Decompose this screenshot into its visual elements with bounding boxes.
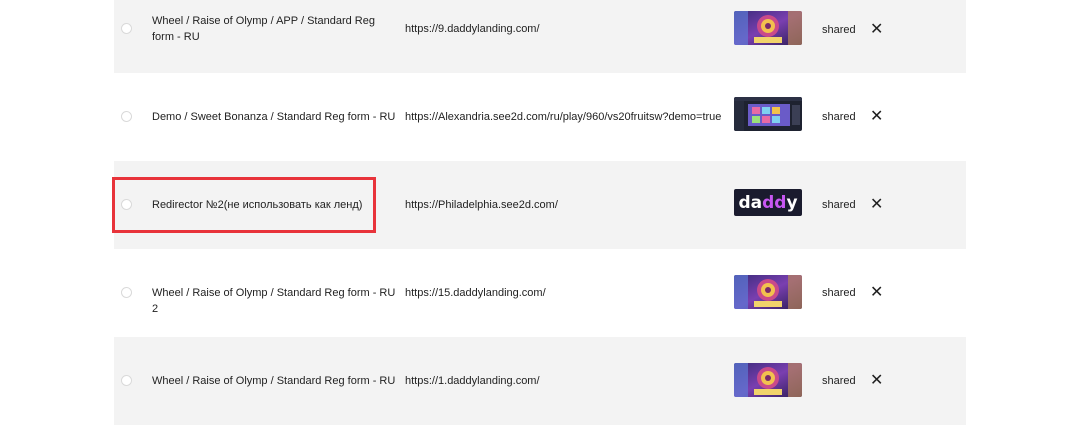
landing-name: Wheel / Raise of Olymp / Standard Reg fo…: [152, 375, 396, 387]
landing-name: Wheel / Raise of Olymp / Standard Reg fo…: [152, 287, 396, 315]
select-radio[interactable]: [121, 199, 132, 210]
daddy-logo-letter: a: [750, 192, 763, 213]
close-icon[interactable]: ✕: [870, 22, 884, 38]
daddy-logo-thumbnail: daddy: [734, 189, 802, 216]
olymp-wheel-thumbnail: [734, 363, 802, 397]
daddy-logo-letter: y: [786, 192, 798, 213]
landing-row: Wheel / Raise of Olymp / APP / Standard …: [114, 0, 966, 73]
select-radio[interactable]: [121, 111, 132, 122]
landing-row: Wheel / Raise of Olymp / Standard Reg fo…: [114, 249, 966, 337]
status-label: shared: [822, 287, 856, 299]
select-radio[interactable]: [121, 375, 132, 386]
olymp-wheel-image-icon: [734, 275, 802, 309]
daddy-logo: daddy: [738, 193, 797, 213]
close-icon[interactable]: ✕: [870, 109, 884, 125]
olymp-wheel-thumbnail: [734, 275, 802, 309]
landing-url: https://Philadelphia.see2d.com/: [405, 199, 558, 211]
landing-name: Wheel / Raise of Olymp / APP / Standard …: [152, 15, 375, 43]
landing-url: https://15.daddylanding.com/: [405, 287, 546, 299]
olymp-wheel-thumbnail: [734, 11, 802, 45]
slot-screenshot-image-icon: [734, 97, 802, 131]
landing-url: https://9.daddylanding.com/: [405, 23, 540, 35]
daddy-logo-letter: d: [774, 192, 787, 213]
slot-screenshot-thumbnail: [734, 97, 802, 131]
status-label: shared: [822, 375, 856, 387]
status-label: shared: [822, 199, 856, 211]
landing-row: Wheel / Raise of Olymp / Standard Reg fo…: [114, 337, 966, 425]
daddy-logo-letter: d: [762, 192, 775, 213]
landing-name: Demo / Sweet Bonanza / Standard Reg form…: [152, 111, 396, 123]
landing-row: Redirector №2(не использовать как ленд) …: [114, 161, 966, 249]
close-icon[interactable]: ✕: [870, 285, 884, 301]
status-label: shared: [822, 24, 856, 36]
landing-row: Demo / Sweet Bonanza / Standard Reg form…: [114, 73, 966, 161]
olymp-wheel-image-icon: [734, 11, 802, 45]
close-icon[interactable]: ✕: [870, 373, 884, 389]
landing-url: https://1.daddylanding.com/: [405, 375, 540, 387]
select-radio[interactable]: [121, 287, 132, 298]
select-radio[interactable]: [121, 23, 132, 34]
landing-name: Redirector №2(не использовать как ленд): [152, 199, 363, 211]
daddy-logo-letter: d: [738, 192, 751, 213]
status-label: shared: [822, 111, 856, 123]
close-icon[interactable]: ✕: [870, 197, 884, 213]
olymp-wheel-image-icon: [734, 363, 802, 397]
landing-url: https://Alexandria.see2d.com/ru/play/960…: [405, 111, 722, 123]
